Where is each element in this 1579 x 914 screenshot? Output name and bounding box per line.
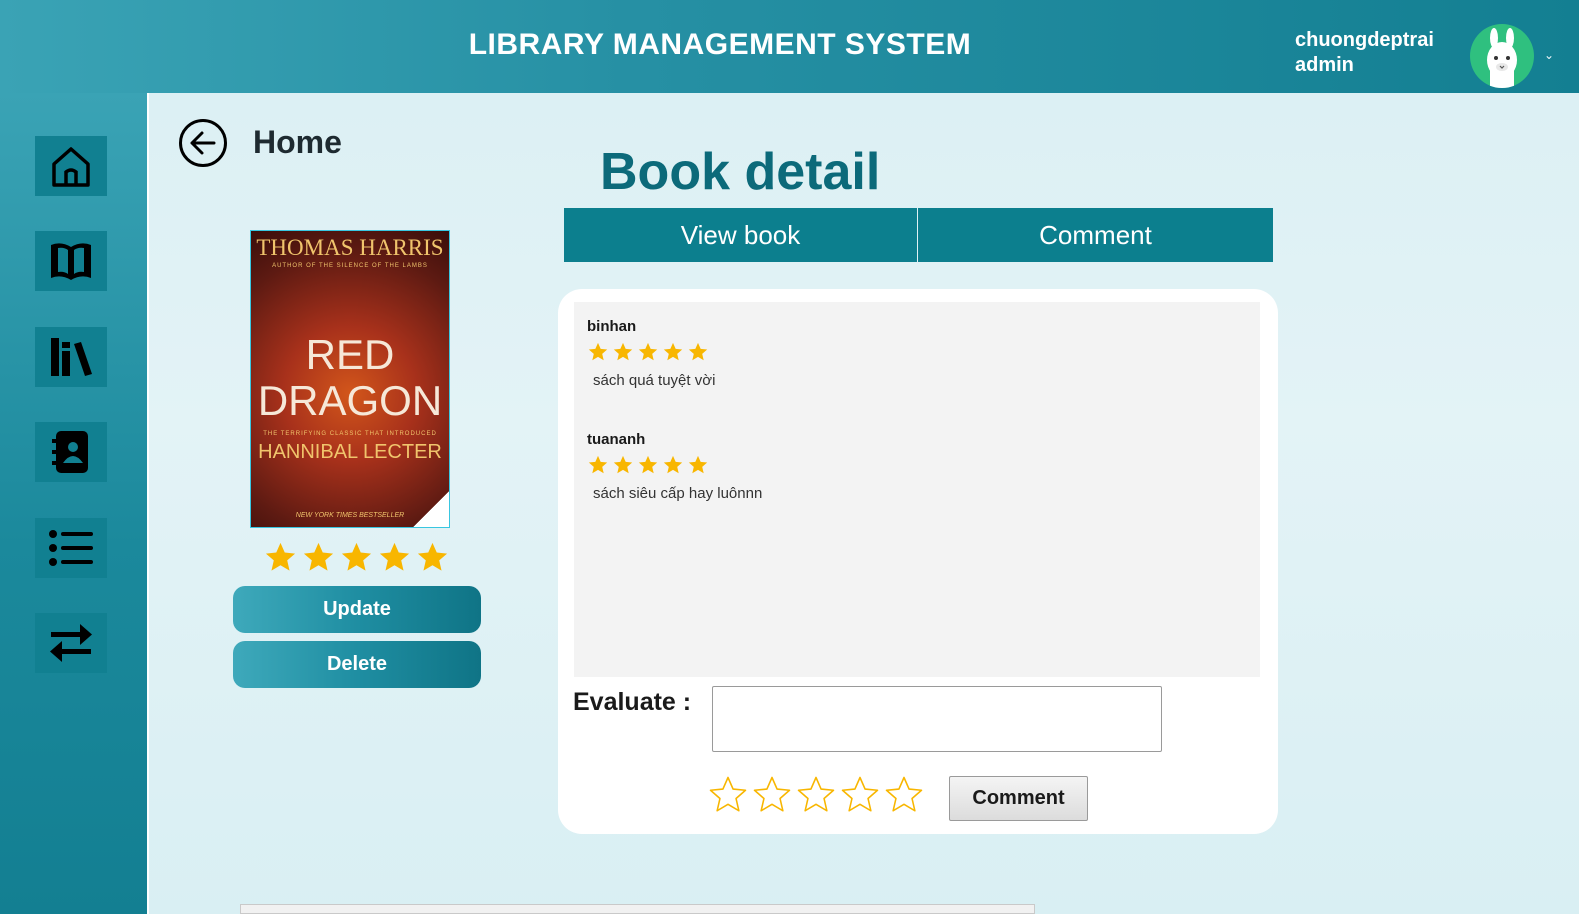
- star-filled-icon: [638, 455, 658, 474]
- star-filled-icon: [688, 455, 708, 474]
- contact-book-icon: [52, 431, 88, 473]
- sidebar-item-list[interactable]: [35, 518, 107, 578]
- cover-tagline-top: AUTHOR OF THE SILENCE OF THE LAMBS: [272, 263, 428, 269]
- book-cover: THOMAS HARRIS AUTHOR OF THE SILENCE OF T…: [250, 230, 450, 528]
- back-arrow-icon: [179, 119, 227, 167]
- star-outline-icon[interactable]: [751, 774, 793, 816]
- comment-text: sách quá tuyệt vời: [593, 372, 716, 389]
- star-filled-icon: [663, 455, 683, 474]
- sidebar-item-contacts[interactable]: [35, 422, 107, 482]
- rating-selector[interactable]: [707, 774, 925, 816]
- user-info[interactable]: chuongdeptrai admin: [1295, 28, 1434, 78]
- sidebar-item-books[interactable]: [35, 231, 107, 291]
- comment-rating: [587, 454, 762, 476]
- back-button[interactable]: [178, 118, 228, 168]
- app-title: LIBRARY MANAGEMENT SYSTEM: [468, 28, 972, 61]
- star-filled-icon: [417, 542, 448, 571]
- comment-user: binhan: [587, 318, 637, 335]
- star-filled-icon: [588, 342, 608, 361]
- cover-subject: HANNIBAL LECTER: [258, 441, 442, 463]
- star-filled-icon: [379, 542, 410, 571]
- comment-item: binhan sách quá tuyệt vời: [587, 318, 715, 389]
- star-filled-icon: [588, 455, 608, 474]
- star-filled-icon: [663, 342, 683, 361]
- book-open-icon: [51, 243, 91, 280]
- page-title: Book detail: [600, 143, 881, 201]
- llama-avatar-icon: [1487, 28, 1517, 88]
- star-filled-icon: [688, 342, 708, 361]
- star-outline-icon[interactable]: [839, 774, 881, 816]
- star-filled-icon: [341, 542, 372, 571]
- comment-item: tuananh sách siêu cấp hay luônnn: [587, 431, 762, 502]
- username: chuongdeptrai: [1295, 29, 1434, 51]
- page-curl: [413, 491, 449, 527]
- app-header: LIBRARY MANAGEMENT SYSTEM chuongdeptrai …: [0, 0, 1579, 93]
- tab-comment[interactable]: Comment: [918, 208, 1273, 262]
- chevron-down-icon[interactable]: ⌄: [1544, 48, 1554, 62]
- tab-view-book[interactable]: View book: [564, 208, 917, 262]
- book-rating: [263, 540, 450, 575]
- sidebar: [0, 93, 149, 914]
- cover-author: THOMAS HARRIS: [256, 235, 444, 260]
- star-filled-icon: [613, 342, 633, 361]
- evaluate-label: Evaluate :: [573, 688, 692, 716]
- transfer-arrows-icon: [50, 624, 92, 662]
- books-shelf-icon: [51, 338, 92, 376]
- star-outline-icon[interactable]: [795, 774, 837, 816]
- cover-title-line1: RED: [305, 331, 395, 378]
- cover-title-line2: DRAGON: [257, 377, 443, 424]
- evaluate-input[interactable]: [712, 686, 1162, 752]
- comment-submit-button[interactable]: Comment: [949, 776, 1088, 821]
- update-button[interactable]: Update: [233, 586, 481, 633]
- star-filled-icon: [613, 455, 633, 474]
- comment-user: tuananh: [587, 431, 646, 448]
- comment-text: sách siêu cấp hay luônnn: [593, 485, 763, 502]
- avatar[interactable]: [1470, 24, 1534, 88]
- sidebar-item-library[interactable]: [35, 327, 107, 387]
- cover-tagline-bottom: THE TERRIFYING CLASSIC THAT INTRODUCED: [263, 431, 437, 437]
- user-role: admin: [1295, 54, 1354, 76]
- star-filled-icon: [303, 542, 334, 571]
- star-outline-icon[interactable]: [883, 774, 925, 816]
- delete-button[interactable]: Delete: [233, 641, 481, 688]
- sidebar-item-transfer[interactable]: [35, 613, 107, 673]
- sidebar-item-home[interactable]: [35, 136, 107, 196]
- list-icon: [49, 530, 93, 566]
- comment-rating: [587, 341, 715, 363]
- star-filled-icon: [638, 342, 658, 361]
- star-filled-icon: [265, 542, 296, 571]
- star-outline-icon[interactable]: [707, 774, 749, 816]
- breadcrumb-home[interactable]: Home: [253, 124, 342, 161]
- bottom-panel-edge: [240, 904, 1035, 914]
- home-icon: [52, 147, 90, 187]
